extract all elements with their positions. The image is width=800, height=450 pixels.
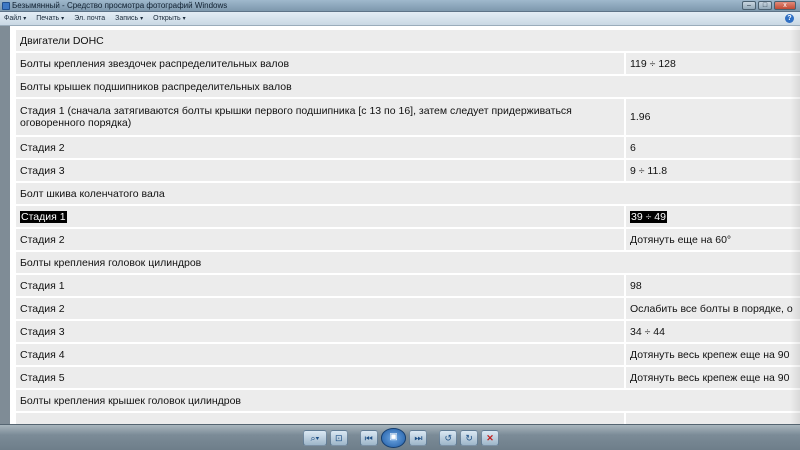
chevron-down-icon: ▾: [140, 16, 144, 22]
delete-icon[interactable]: ✕: [481, 430, 499, 446]
row-label: [16, 413, 624, 424]
window-controls: – □ x: [742, 1, 796, 10]
title-bar: Безымянный - Средство просмотра фотограф…: [0, 0, 800, 12]
chevron-down-icon: ▾: [23, 16, 27, 22]
minimize-button[interactable]: –: [742, 1, 756, 10]
table-row: [16, 413, 800, 424]
row-value: Дотянуть еще на 60°: [626, 229, 800, 250]
next-icon[interactable]: ⏭: [409, 430, 428, 446]
section-heading: Двигатели DOHC: [16, 30, 800, 51]
table-row: Стадия 5 Дотянуть весь крепеж еще на 90: [16, 367, 800, 388]
row-value: Дотянуть весь крепеж еще на 90: [626, 367, 800, 388]
menu-open[interactable]: Открыть ▾: [153, 15, 186, 22]
image-viewport: Двигатели DOHC Болты крепления звездочек…: [0, 26, 800, 424]
row-value: 98: [626, 275, 800, 296]
maximize-button[interactable]: □: [758, 1, 772, 10]
section-heading: Болты крышек подшипников распределительн…: [16, 76, 800, 97]
table-row: Стадия 3 9 ÷ 11.8: [16, 160, 800, 181]
table-row: Стадия 2 Дотянуть еще на 60°: [16, 229, 800, 250]
actual-size-icon[interactable]: ⊡: [329, 430, 348, 446]
row-label: Стадия 1 (сначала затягиваются болты кры…: [16, 99, 624, 135]
row-value-highlighted: 39 ÷ 49: [626, 206, 800, 227]
close-button[interactable]: x: [774, 1, 796, 10]
row-value: 1.96: [626, 99, 800, 135]
row-label: Стадия 3: [16, 321, 624, 342]
row-label: Стадия 1: [16, 275, 624, 296]
image-edge-shadow: [790, 26, 800, 424]
table-row: Болты крепления крышек головок цилиндров: [16, 390, 800, 411]
menu-bar: Файл ▾ Печать ▾ Эл. почта Запись ▾ Открыть ▾…: [0, 12, 800, 26]
menu-email[interactable]: Эл. почта: [74, 15, 105, 22]
zoom-icon[interactable]: ⌕▾: [303, 430, 327, 446]
row-label: Стадия 2: [16, 298, 624, 319]
previous-icon[interactable]: ⏮: [359, 430, 378, 446]
help-icon[interactable]: ?: [785, 14, 794, 23]
menu-burn[interactable]: Запись ▾: [115, 15, 143, 22]
table-row: Стадия 1 98: [16, 275, 800, 296]
torque-spec-table: Двигатели DOHC Болты крепления звездочек…: [14, 28, 800, 424]
row-value: 9 ÷ 11.8: [626, 160, 800, 181]
row-label: Болты крепления звездочек распределитель…: [16, 53, 624, 74]
menu-file[interactable]: Файл ▾: [4, 15, 26, 22]
table-row: Стадия 2 6: [16, 137, 800, 158]
window-title: Безымянный - Средство просмотра фотограф…: [12, 1, 228, 10]
row-value: 119 ÷ 128: [626, 53, 800, 74]
table-row: Стадия 1 (сначала затягиваются болты кры…: [16, 99, 800, 135]
table-row: Болты крепления звездочек распределитель…: [16, 53, 800, 74]
row-label: Стадия 5: [16, 367, 624, 388]
viewer-controls: ⌕▾ ⊡ ⏮ ▣ ⏭ ↺ ↻ ✕: [303, 428, 499, 448]
row-value: 34 ÷ 44: [626, 321, 800, 342]
table-row: Болт шкива коленчатого вала: [16, 183, 800, 204]
menu-print[interactable]: Печать ▾: [36, 15, 64, 22]
table-row: Стадия 3 34 ÷ 44: [16, 321, 800, 342]
chevron-down-icon: ▾: [61, 16, 65, 22]
section-heading: Болты крепления крышек головок цилиндров: [16, 390, 800, 411]
table-row: Болты крепления головок цилиндров: [16, 252, 800, 273]
displayed-image: Двигатели DOHC Болты крепления звездочек…: [10, 26, 800, 424]
section-heading: Болты крепления головок цилиндров: [16, 252, 800, 273]
row-value: 6: [626, 137, 800, 158]
row-label: Стадия 4: [16, 344, 624, 365]
rotate-clockwise-icon[interactable]: ↻: [460, 430, 479, 446]
row-value: Ослабить все болты в порядке, о: [626, 298, 800, 319]
bottom-toolbar: ⌕▾ ⊡ ⏮ ▣ ⏭ ↺ ↻ ✕: [0, 424, 800, 450]
slideshow-icon[interactable]: ▣: [380, 428, 407, 448]
table-row: Стадия 2 Ослабить все болты в порядке, о: [16, 298, 800, 319]
row-value: Дотянуть весь крепеж еще на 90: [626, 344, 800, 365]
table-row: Двигатели DOHC: [16, 30, 800, 51]
row-label: Стадия 3: [16, 160, 624, 181]
chevron-down-icon: ▾: [182, 16, 186, 22]
table-row-highlighted: Стадия 1 39 ÷ 49: [16, 206, 800, 227]
rotate-counterclockwise-icon[interactable]: ↺: [439, 430, 458, 446]
row-label-highlighted: Стадия 1: [16, 206, 624, 227]
table-row: Стадия 4 Дотянуть весь крепеж еще на 90: [16, 344, 800, 365]
section-heading: Болт шкива коленчатого вала: [16, 183, 800, 204]
row-label: Стадия 2: [16, 229, 624, 250]
row-label: Стадия 2: [16, 137, 624, 158]
photo-viewer-app-icon: [2, 2, 10, 10]
table-row: Болты крышек подшипников распределительн…: [16, 76, 800, 97]
row-value: [626, 413, 800, 424]
